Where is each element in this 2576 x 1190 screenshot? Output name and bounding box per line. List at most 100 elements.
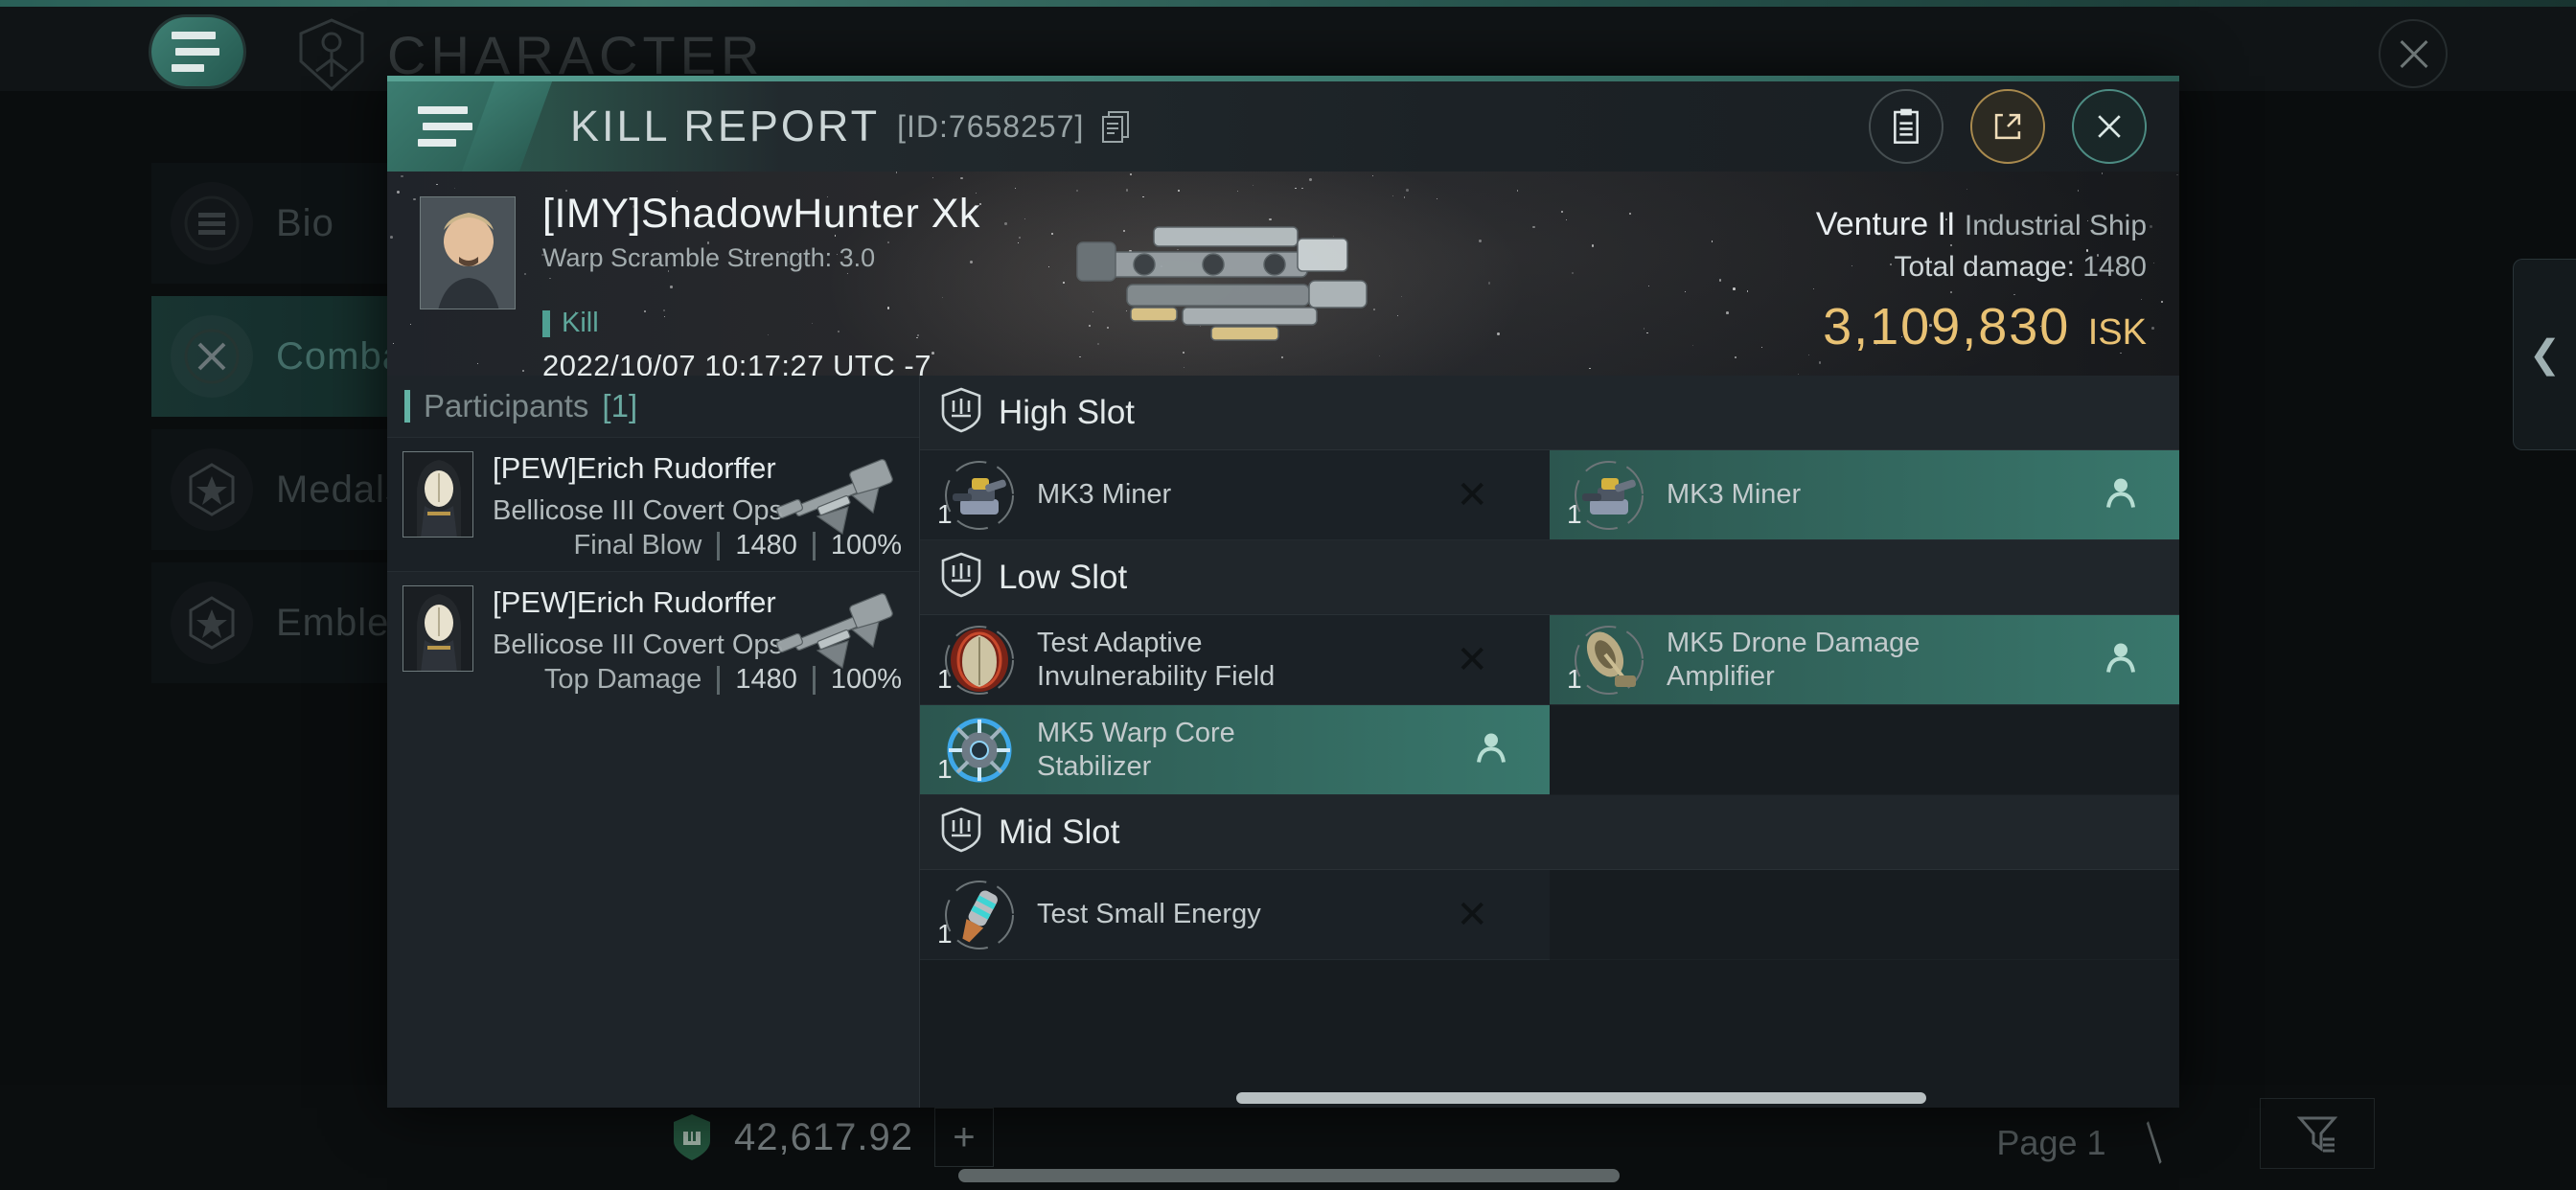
- module-quantity: 1: [937, 918, 953, 949]
- victim-ship-name: Venture II: [1815, 206, 1956, 242]
- module-icon: 1: [1567, 624, 1645, 697]
- clipboard-button[interactable]: [1869, 89, 1944, 164]
- isk-amount: 3,109,830: [1823, 298, 2071, 355]
- isk-value: 3,109,830 ISK: [1610, 297, 2147, 356]
- module-row[interactable]: 1 MK3 Miner: [1550, 450, 2179, 540]
- isk-currency: ISK: [2087, 312, 2147, 353]
- character-shield-icon: [297, 17, 366, 92]
- module-name: Test Adaptive Invulnerability Field: [1037, 628, 1276, 692]
- person-icon: [1477, 733, 1506, 763]
- module-row[interactable]: 1 Test Small Energy ✕: [920, 870, 1550, 960]
- destroyed-icon: ✕: [1456, 638, 1488, 681]
- participant-weapon-icon: [760, 582, 904, 674]
- module-quantity: 1: [1567, 498, 1582, 529]
- module-row[interactable]: 1 MK5 Warp Core Stabilizer: [920, 705, 1550, 795]
- section-accent-bar: [404, 390, 410, 423]
- module-name: MK5 Drone Damage Amplifier: [1667, 628, 1920, 692]
- participants-panel: Participants [1] [PEW]Erich Rudorffer Bel…: [387, 376, 920, 1108]
- slot-column-right: 1 MK5 Drone Damage Amplifier: [1550, 615, 2179, 795]
- menu-icon: [171, 182, 253, 264]
- participant-row[interactable]: [PEW]Erich Rudorffer Bellicose III Covert…: [387, 571, 919, 705]
- sidebar-item-medals-label: Medals: [276, 468, 405, 511]
- page-title: KILL REPORT: [570, 102, 881, 150]
- victim-avatar[interactable]: [420, 196, 516, 309]
- participant-percent: 100%: [830, 664, 902, 695]
- module-row: [1550, 870, 2179, 960]
- status-badge-label: Kill: [562, 308, 599, 338]
- dialog-menu-button[interactable]: [387, 81, 507, 172]
- background-close-button[interactable]: [2379, 19, 2448, 88]
- participant-name: [PEW]Erich Rudorffer: [493, 451, 776, 485]
- module-row[interactable]: 1 MK5 Drone Damage Amplifier: [1550, 615, 2179, 705]
- kill-report-dialog: KILL REPORT [ID:7658257] [IMY]ShadowHunt…: [387, 76, 2179, 1108]
- filter-button[interactable]: [2260, 1098, 2375, 1169]
- module-quantity: 1: [937, 498, 953, 529]
- horizontal-scrollbar[interactable]: [958, 1169, 1620, 1182]
- hamburger-icon: [151, 17, 243, 86]
- dialog-body: Participants [1] [PEW]Erich Rudorffer Bel…: [387, 376, 2179, 1108]
- slot-shield-icon: [941, 387, 981, 433]
- slot-shield-icon: [941, 552, 981, 603]
- participant-stats: Top Damage 1480 100%: [544, 664, 902, 696]
- wallet-amount: 42,617.92: [734, 1115, 913, 1158]
- avatar[interactable]: [402, 585, 473, 672]
- module-icon: 1: [1567, 459, 1645, 532]
- participants-count: [1]: [602, 388, 638, 423]
- victim-name: [IMY]ShadowHunter Xk: [542, 191, 980, 237]
- slot-module-grid: 1 Test Adaptive Invulnerability Field ✕ 1 MK…: [920, 615, 2179, 795]
- victim-ship-category: Industrial Ship: [1964, 210, 2147, 241]
- sidebar-item-bio-label: Bio: [276, 201, 334, 244]
- report-id: [ID:7658257]: [897, 108, 1085, 144]
- copy-icon[interactable]: [1101, 110, 1130, 143]
- total-damage-value: 1480: [2082, 251, 2147, 283]
- victim-summary: Venture II Industrial Ship Total damage:…: [1610, 191, 2147, 376]
- module-name: MK3 Miner: [1667, 479, 1802, 511]
- participants-header: Participants [1]: [387, 376, 919, 437]
- fitting-slots-panel[interactable]: High Slot 1 MK3 Miner ✕ 1 MK3 Miner Low Slot 1 T…: [920, 376, 2179, 1108]
- participant-ship: Bellicose III Covert Ops: [493, 495, 783, 526]
- background-menu-button[interactable]: [151, 17, 247, 90]
- share-button[interactable]: [1970, 89, 2045, 164]
- person-icon: [2106, 478, 2135, 508]
- next-page-icon[interactable]: ╱: [2133, 1123, 2174, 1164]
- dialog-title-area: KILL REPORT [ID:7658257]: [507, 81, 1869, 172]
- filter-icon: [2296, 1116, 2338, 1153]
- module-row: [1550, 705, 2179, 795]
- pagination: Page 1 ╱: [1996, 1123, 2174, 1163]
- slots-scrollbar[interactable]: [1236, 1092, 1926, 1104]
- slot-shield-icon: [941, 387, 981, 438]
- participants-title: Participants: [424, 388, 589, 423]
- module-name: MK3 Miner: [1037, 479, 1172, 511]
- slot-sections: High Slot 1 MK3 Miner ✕ 1 MK3 Miner Low Slot 1 T…: [920, 376, 2179, 960]
- add-funds-button[interactable]: +: [933, 1108, 994, 1167]
- participant-stats: Final Blow 1480 100%: [574, 530, 902, 561]
- module-icon: 1: [937, 714, 1016, 787]
- avatar[interactable]: [402, 451, 473, 538]
- status-badge-bar: [542, 309, 550, 337]
- destroyed-icon: ✕: [1456, 473, 1488, 516]
- module-row[interactable]: 1 MK3 Miner ✕: [920, 450, 1550, 540]
- module-quantity: 1: [937, 753, 953, 784]
- kill-timestamp: 2022/10/07 10:17:27 UTC -7: [542, 349, 932, 376]
- participant-weapon-icon: [760, 447, 904, 539]
- victim-banner: [IMY]ShadowHunter Xk Warp Scramble Stren…: [387, 172, 2179, 376]
- slot-column-left: 1 Test Small Energy ✕: [920, 870, 1550, 960]
- participant-row[interactable]: [PEW]Erich Rudorffer Bellicose III Covert…: [387, 437, 919, 571]
- slot-shield-icon: [941, 807, 981, 853]
- wallet-display: 42,617.92 +: [671, 1108, 994, 1167]
- participant-damage: 1480: [735, 530, 797, 561]
- side-drawer-toggle[interactable]: ❮: [2513, 259, 2576, 450]
- slot-column-left: 1 MK3 Miner ✕: [920, 450, 1550, 540]
- participant-ship: Bellicose III Covert Ops: [493, 629, 783, 660]
- person-icon: [2106, 643, 2135, 673]
- module-icon: 1: [937, 879, 1016, 951]
- module-icon: 1: [937, 459, 1016, 532]
- participant-damage: 1480: [735, 664, 797, 695]
- close-button[interactable]: [2072, 89, 2147, 164]
- module-name: MK5 Warp Core Stabilizer: [1037, 718, 1235, 782]
- module-icon: 1: [937, 624, 1016, 697]
- participant-role: Final Blow: [573, 530, 702, 561]
- page-indicator: Page 1: [1996, 1123, 2106, 1162]
- module-row[interactable]: 1 Test Adaptive Invulnerability Field ✕: [920, 615, 1550, 705]
- module-quantity: 1: [937, 663, 953, 694]
